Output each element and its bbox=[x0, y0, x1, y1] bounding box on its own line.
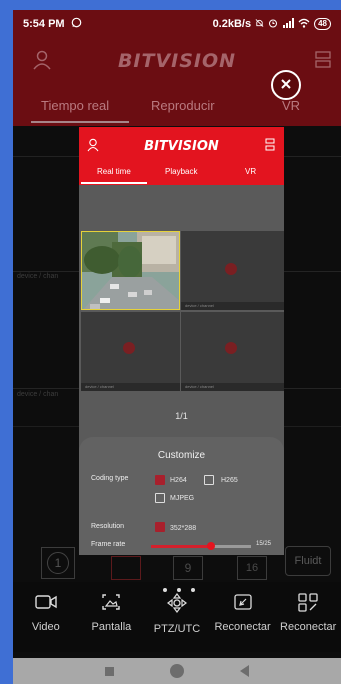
video-cell-empty: device / channel bbox=[181, 312, 284, 391]
reconnect-all-label: Reconectar bbox=[280, 621, 337, 633]
card-device-list-icon bbox=[265, 138, 275, 157]
close-overlay-button[interactable] bbox=[271, 70, 301, 100]
video-label: Video bbox=[31, 621, 60, 633]
bg-cell-label: device / chan bbox=[17, 273, 59, 280]
bg-cell-label: device / chan bbox=[17, 391, 59, 398]
screenshot-icon bbox=[100, 592, 122, 621]
video-cell-empty: device / channel bbox=[81, 312, 180, 391]
cell-label: device / channel bbox=[181, 383, 284, 391]
video-cell-empty: device / channel bbox=[181, 231, 284, 310]
cell-offline-indicator bbox=[123, 342, 135, 354]
card-active-tab-indicator bbox=[81, 182, 147, 184]
resolution-value: 352*288 bbox=[170, 525, 197, 532]
signal-icon bbox=[282, 17, 295, 31]
resolution-label: Resolution bbox=[91, 523, 125, 530]
status-time: 5:54 PM bbox=[23, 18, 65, 30]
back-button[interactable] bbox=[240, 665, 249, 677]
reconnect-icon bbox=[232, 592, 254, 621]
ptz-button[interactable]: PTZ/UTC bbox=[144, 582, 210, 652]
frame-rate-label: Frame rate bbox=[91, 541, 126, 548]
card-brand-logo: BITVISION bbox=[144, 139, 219, 154]
mjpeg-checkbox[interactable] bbox=[155, 493, 165, 503]
customize-dialog: Customize Coding type H264 H265 MJPEG Re… bbox=[79, 437, 284, 555]
mute-icon bbox=[255, 18, 264, 31]
card-tab-live: Real time bbox=[97, 167, 131, 176]
resolution-checkbox[interactable] bbox=[155, 522, 165, 532]
home-button[interactable] bbox=[170, 664, 184, 678]
tab-playback[interactable]: Reproducir bbox=[151, 98, 215, 113]
layout-1-icon: 1 bbox=[47, 552, 69, 574]
whatsapp-icon bbox=[71, 17, 82, 31]
screenshot-button[interactable]: Pantalla bbox=[79, 582, 145, 652]
card-header: BITVISION Real time Playback VR bbox=[79, 127, 284, 185]
video-icon bbox=[34, 592, 58, 621]
card-tab-vr: VR bbox=[245, 167, 257, 176]
tab-vr[interactable]: VR bbox=[282, 98, 300, 113]
phone-screen: 5:54 PM 0.2kB/s 48 BITVISION Tiempo real… bbox=[13, 10, 341, 684]
tab-live[interactable]: Tiempo real bbox=[41, 98, 109, 113]
layout-1-button[interactable]: 1 bbox=[41, 547, 75, 579]
close-icon bbox=[280, 77, 292, 94]
coding-type-label: Coding type bbox=[91, 475, 129, 482]
layout-16-button[interactable]: 16 bbox=[237, 556, 267, 580]
bottom-toolbar: Video Pantalla PTZ/UTC Reconectar Recone… bbox=[13, 582, 341, 652]
wifi-icon bbox=[298, 18, 310, 31]
recents-button[interactable] bbox=[105, 666, 114, 676]
reconnect-label: Reconectar bbox=[214, 621, 271, 633]
screenshot-label: Pantalla bbox=[91, 621, 132, 633]
cell-offline-indicator bbox=[225, 342, 237, 354]
multi-reconnect-icon bbox=[297, 592, 319, 621]
cell-label: device / channel bbox=[181, 302, 284, 310]
camera-feed-image bbox=[82, 232, 179, 309]
frame-rate-slider-fill bbox=[151, 545, 211, 548]
app-brand-logo: BITVISION bbox=[117, 50, 237, 72]
frame-rate-slider-knob[interactable] bbox=[207, 542, 215, 550]
video-cell-live bbox=[81, 231, 180, 310]
h265-checkbox[interactable] bbox=[204, 475, 214, 485]
dialog-title: Customize bbox=[157, 450, 206, 461]
h264-label: H264 bbox=[170, 477, 187, 484]
fluency-button[interactable]: Fluidt bbox=[285, 546, 331, 576]
system-nav-bar bbox=[13, 658, 341, 684]
h265-label: H265 bbox=[221, 477, 238, 484]
layout-4-button[interactable] bbox=[111, 556, 141, 580]
cell-label: device / channel bbox=[81, 383, 180, 391]
h264-checkbox[interactable] bbox=[155, 475, 165, 485]
frame-rate-slider[interactable] bbox=[151, 542, 251, 550]
page-indicator: 1/1 bbox=[175, 411, 188, 421]
active-tab-indicator bbox=[31, 121, 129, 123]
mjpeg-label: MJPEG bbox=[170, 495, 195, 502]
layout-9-button[interactable]: 9 bbox=[173, 556, 203, 580]
ptz-icon bbox=[165, 592, 189, 623]
card-tab-playback: Playback bbox=[165, 167, 198, 176]
status-bar: 5:54 PM 0.2kB/s 48 bbox=[13, 10, 341, 38]
page-dots bbox=[163, 588, 195, 592]
ptz-label: PTZ/UTC bbox=[153, 623, 201, 635]
frame-rate-value: 15/25 bbox=[256, 541, 272, 547]
reconnect-all-button[interactable]: Reconectar bbox=[275, 582, 341, 652]
alarm-icon bbox=[268, 18, 278, 31]
battery-indicator: 48 bbox=[314, 18, 331, 30]
video-button[interactable]: Video bbox=[13, 582, 79, 652]
reconnect-button[interactable]: Reconectar bbox=[210, 582, 276, 652]
device-list-icon[interactable] bbox=[315, 51, 331, 74]
preview-card: BITVISION Real time Playback VR device /… bbox=[79, 127, 284, 555]
cell-offline-indicator bbox=[225, 263, 237, 275]
net-speed: 0.2kB/s bbox=[212, 18, 252, 30]
card-video-grid: device / channel device / channel device… bbox=[79, 219, 284, 391]
